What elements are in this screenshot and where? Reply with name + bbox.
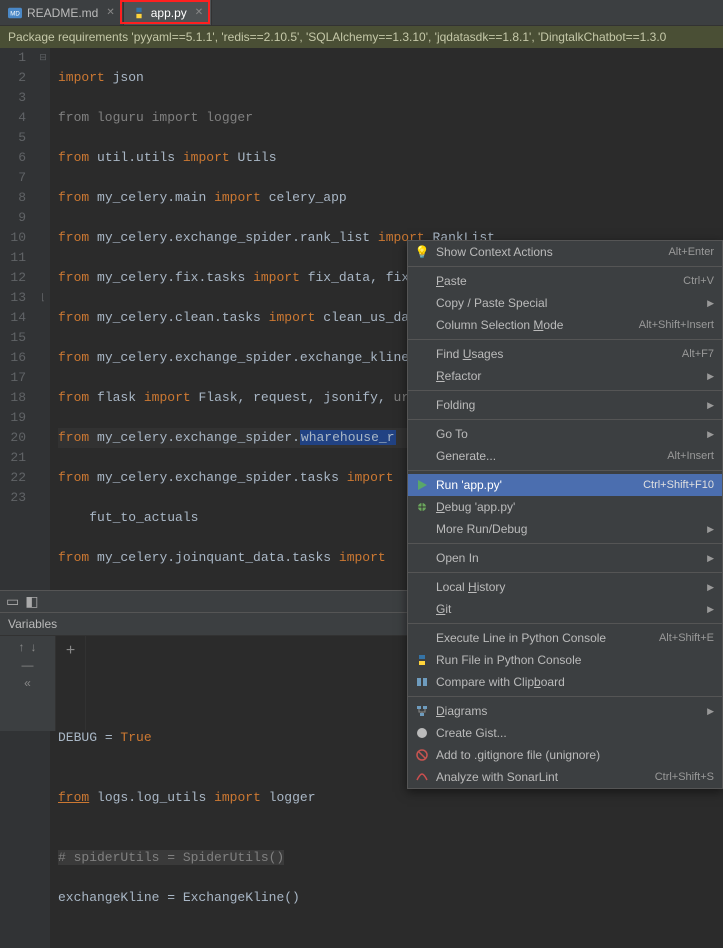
menu-debug[interactable]: Debug 'app.py': [408, 496, 722, 518]
close-icon[interactable]: ✕: [106, 7, 114, 18]
menu-column-selection[interactable]: Column Selection Mode Alt+Shift+Insert: [408, 314, 722, 336]
chevron-right-icon: ▶: [707, 371, 714, 382]
chevron-right-icon: ▶: [707, 429, 714, 440]
step-down-icon[interactable]: ↓: [31, 640, 37, 654]
add-icon[interactable]: +: [66, 642, 75, 731]
chevron-right-icon: ▶: [707, 553, 714, 564]
menu-sonarlint[interactable]: Analyze with SonarLint Ctrl+Shift+S: [408, 766, 722, 788]
github-icon: [414, 725, 430, 741]
menu-more-run-debug[interactable]: More Run/Debug ▶: [408, 518, 722, 540]
expand-icon[interactable]: «: [24, 676, 31, 690]
chevron-right-icon: ▶: [707, 706, 714, 717]
editor-tabs: MD README.md ✕ app.py ✕: [0, 0, 723, 26]
menu-create-gist[interactable]: Create Gist...: [408, 722, 722, 744]
menu-folding[interactable]: Folding ▶: [408, 394, 722, 416]
sonar-icon: [414, 769, 430, 785]
chevron-right-icon: ▶: [707, 298, 714, 309]
bulb-icon: 💡: [414, 244, 430, 260]
chevron-right-icon: ▶: [707, 604, 714, 615]
tab-label: app.py: [151, 6, 187, 20]
menu-open-in[interactable]: Open In ▶: [408, 547, 722, 569]
menu-diagrams[interactable]: Diagrams ▶: [408, 700, 722, 722]
gitignore-icon: [414, 747, 430, 763]
chevron-right-icon: ▶: [707, 582, 714, 593]
menu-generate[interactable]: Generate... Alt+Insert: [408, 445, 722, 467]
menu-show-context-actions[interactable]: 💡 Show Context Actions Alt+Enter: [408, 241, 722, 263]
menu-copy-paste-special[interactable]: Copy / Paste Special ▶: [408, 292, 722, 314]
debug-icon: [414, 499, 430, 515]
layout-icon[interactable]: ▭: [6, 593, 19, 610]
run-icon: [414, 477, 430, 493]
chevron-right-icon: ▶: [707, 524, 714, 535]
menu-compare-clipboard[interactable]: Compare with Clipboard: [408, 671, 722, 693]
python-icon: [414, 652, 430, 668]
diagram-icon: [414, 703, 430, 719]
line-gutter: 1234567891011121314151617181920212223: [0, 48, 36, 948]
python-icon: [132, 6, 146, 20]
step-up-icon[interactable]: ↑: [19, 640, 25, 654]
menu-local-history[interactable]: Local History ▶: [408, 576, 722, 598]
sidebar-icon[interactable]: ◧: [25, 593, 38, 610]
package-requirements-banner[interactable]: Package requirements 'pyyaml==5.1.1', 'r…: [0, 26, 723, 48]
tab-readme[interactable]: MD README.md ✕: [0, 0, 124, 25]
menu-find-usages[interactable]: Find Usages Alt+F7: [408, 343, 722, 365]
fold-column: ⊟ ⌊: [36, 48, 50, 948]
collapse-icon[interactable]: —: [22, 658, 34, 672]
menu-run-file-console[interactable]: Run File in Python Console: [408, 649, 722, 671]
svg-text:MD: MD: [10, 10, 20, 17]
chevron-right-icon: ▶: [707, 400, 714, 411]
menu-execute-line[interactable]: Execute Line in Python Console Alt+Shift…: [408, 627, 722, 649]
context-menu: 💡 Show Context Actions Alt+Enter Paste C…: [407, 240, 723, 789]
menu-paste[interactable]: Paste Ctrl+V: [408, 270, 722, 292]
close-icon[interactable]: ✕: [195, 7, 203, 18]
markdown-icon: MD: [8, 6, 22, 20]
menu-goto[interactable]: Go To ▶: [408, 423, 722, 445]
menu-run[interactable]: Run 'app.py' Ctrl+Shift+F10: [408, 474, 722, 496]
tab-app-py[interactable]: app.py ✕: [124, 0, 212, 25]
menu-git[interactable]: Git ▶: [408, 598, 722, 620]
menu-gitignore[interactable]: Add to .gitignore file (unignore): [408, 744, 722, 766]
tab-label: README.md: [27, 6, 98, 20]
variables-toolbar: ↑ ↓ — «: [0, 636, 56, 731]
compare-icon: [414, 674, 430, 690]
menu-refactor[interactable]: Refactor ▶: [408, 365, 722, 387]
